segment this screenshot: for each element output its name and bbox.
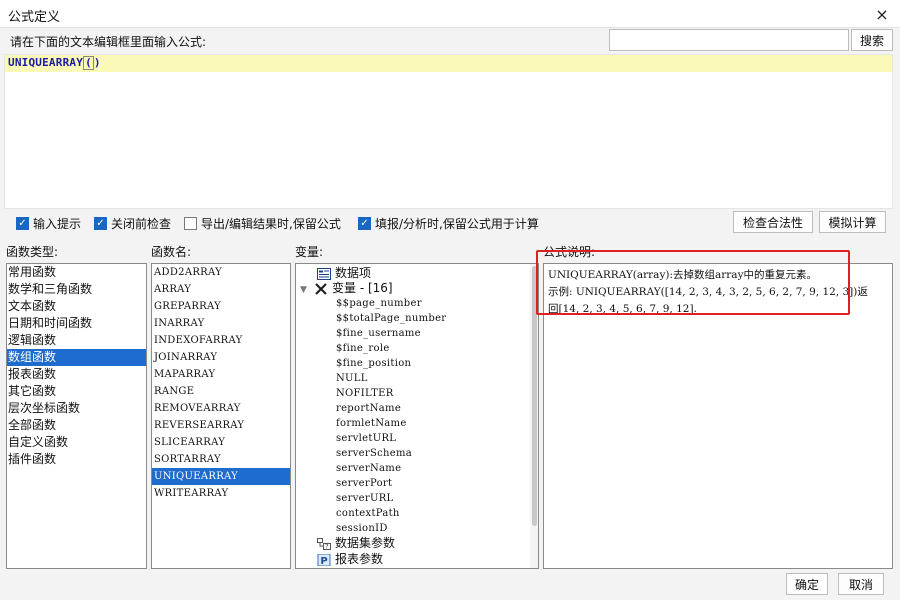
function-item[interactable]: MAPARRAY: [152, 366, 290, 383]
tree-node-data-items[interactable]: 数据项: [317, 266, 371, 281]
tree-label: 报表参数: [335, 552, 384, 566]
variable-item[interactable]: $fine_role: [336, 341, 390, 356]
chevron-down-icon[interactable]: ▼: [300, 283, 314, 298]
ok-button[interactable]: 确定: [786, 573, 828, 595]
function-item[interactable]: INDEXOFARRAY: [152, 332, 290, 349]
formula-editor[interactable]: UNIQUEARRAY(): [4, 54, 893, 209]
formula-dialog: 公式定义 × 请在下面的文本编辑框里面输入公式: 搜索 UNIQUEARRAY(…: [0, 0, 900, 600]
function-search-input[interactable]: [609, 29, 849, 51]
category-item[interactable]: 自定义函数: [7, 434, 146, 451]
category-item[interactable]: 其它函数: [7, 383, 146, 400]
variable-tree[interactable]: 数据项 ▼ 变量 - [16] $$page_number $$totalPage…: [295, 263, 539, 569]
variable-item[interactable]: sessionID: [336, 521, 388, 536]
variable-item[interactable]: serverURL: [336, 491, 393, 506]
option-keep-formula-export[interactable]: 导出/编辑结果时,保留公式: [184, 215, 341, 232]
formula-open-paren: (: [83, 56, 94, 70]
tree-label: 数据集参数: [335, 536, 396, 550]
tree-label: 变量 - [16]: [332, 281, 393, 295]
variable-item[interactable]: NOFILTER: [336, 386, 394, 401]
option-check-before-close[interactable]: ✓ 关闭前检查: [94, 215, 171, 232]
category-item[interactable]: 全部函数: [7, 417, 146, 434]
function-item[interactable]: SORTARRAY: [152, 451, 290, 468]
option-label: 填报/分析时,保留公式用于计算: [375, 217, 539, 231]
variable-item[interactable]: $fine_username: [336, 326, 421, 341]
category-item[interactable]: 常用函数: [7, 264, 146, 281]
function-item[interactable]: SLICEARRAY: [152, 434, 290, 451]
dialog-title: 公式定义: [8, 10, 61, 25]
title-bar: 公式定义 ×: [0, 0, 900, 28]
variable-item[interactable]: $$page_number: [336, 296, 422, 311]
tree-node-variables[interactable]: ▼ 变量 - [16]: [300, 281, 393, 296]
category-item[interactable]: 报表函数: [7, 366, 146, 383]
function-item[interactable]: REVERSEARRAY: [152, 417, 290, 434]
category-item[interactable]: 逻辑函数: [7, 332, 146, 349]
cancel-button[interactable]: 取消: [838, 573, 884, 595]
editor-prompt: 请在下面的文本编辑框里面输入公式:: [10, 35, 207, 49]
function-list[interactable]: ADD2ARRAY ARRAY GREPARRAY INARRAY INDEXO…: [151, 263, 291, 569]
tree-node-dataset-params[interactable]: ? 数据集参数: [317, 536, 395, 551]
variable-item[interactable]: servletURL: [336, 431, 396, 446]
variable-item[interactable]: serverName: [336, 461, 401, 476]
formula-text: UNIQUEARRAY(): [8, 56, 101, 70]
option-keep-formula-fill[interactable]: ✓ 填报/分析时,保留公式用于计算: [358, 215, 539, 232]
variable-item[interactable]: NULL: [336, 371, 368, 386]
variable-item[interactable]: contextPath: [336, 506, 400, 521]
category-item[interactable]: 日期和时间函数: [7, 315, 146, 332]
checkbox-checked-icon[interactable]: ✓: [358, 217, 371, 230]
simulate-calc-button[interactable]: 模拟计算: [819, 211, 886, 233]
function-item[interactable]: GREPARRAY: [152, 298, 290, 315]
category-item[interactable]: 文本函数: [7, 298, 146, 315]
close-button[interactable]: ×: [864, 0, 900, 28]
option-label: 导出/编辑结果时,保留公式: [201, 217, 341, 231]
variables-heading: 变量:: [295, 245, 324, 259]
close-icon: ×: [875, 4, 889, 24]
categories-heading: 函数类型:: [6, 245, 59, 259]
check-validity-button[interactable]: 检查合法性: [733, 211, 813, 233]
category-item-selected[interactable]: 数组函数: [7, 349, 146, 366]
search-button[interactable]: 搜索: [851, 29, 893, 51]
variable-item[interactable]: formletName: [336, 416, 407, 431]
function-item-selected[interactable]: UNIQUEARRAY: [152, 468, 290, 485]
option-label: 输入提示: [33, 217, 82, 231]
tree-node-report-params[interactable]: P 报表参数: [317, 552, 383, 567]
option-input-hint[interactable]: ✓ 输入提示: [16, 215, 81, 232]
category-list[interactable]: 常用函数 数学和三角函数 文本函数 日期和时间函数 逻辑函数 数组函数 报表函数…: [6, 263, 147, 569]
function-item[interactable]: INARRAY: [152, 315, 290, 332]
formula-function-name: UNIQUEARRAY: [8, 56, 84, 69]
function-item[interactable]: REMOVEARRAY: [152, 400, 290, 417]
functions-heading: 函数名:: [151, 245, 192, 259]
data-items-icon: [317, 267, 331, 280]
report-param-icon: P: [317, 553, 331, 566]
formula-close-paren: ): [93, 56, 101, 69]
checkbox-checked-icon[interactable]: ✓: [94, 217, 107, 230]
variable-item[interactable]: $$totalPage_number: [336, 311, 446, 326]
function-item[interactable]: ARRAY: [152, 281, 290, 298]
function-item[interactable]: ADD2ARRAY: [152, 264, 290, 281]
svg-text:?: ?: [325, 543, 328, 550]
dataset-param-icon: ?: [317, 537, 331, 550]
variable-icon: [315, 282, 327, 295]
checkbox-unchecked-icon[interactable]: [184, 217, 197, 230]
variable-item[interactable]: serverSchema: [336, 446, 412, 461]
variable-item[interactable]: reportName: [336, 401, 401, 416]
function-item[interactable]: WRITEARRAY: [152, 485, 290, 502]
current-line-highlight: [5, 55, 892, 72]
category-item[interactable]: 数学和三角函数: [7, 281, 146, 298]
checkbox-checked-icon[interactable]: ✓: [16, 217, 29, 230]
variable-item[interactable]: serverPort: [336, 476, 392, 491]
function-item[interactable]: RANGE: [152, 383, 290, 400]
category-item[interactable]: 插件函数: [7, 451, 146, 468]
tree-label: 数据项: [335, 266, 372, 280]
variable-item[interactable]: $fine_position: [336, 356, 411, 371]
category-item[interactable]: 层次坐标函数: [7, 400, 146, 417]
svg-text:P: P: [320, 556, 327, 566]
highlight-annotation-box: [536, 250, 850, 315]
function-item[interactable]: JOINARRAY: [152, 349, 290, 366]
option-label: 关闭前检查: [111, 217, 172, 231]
